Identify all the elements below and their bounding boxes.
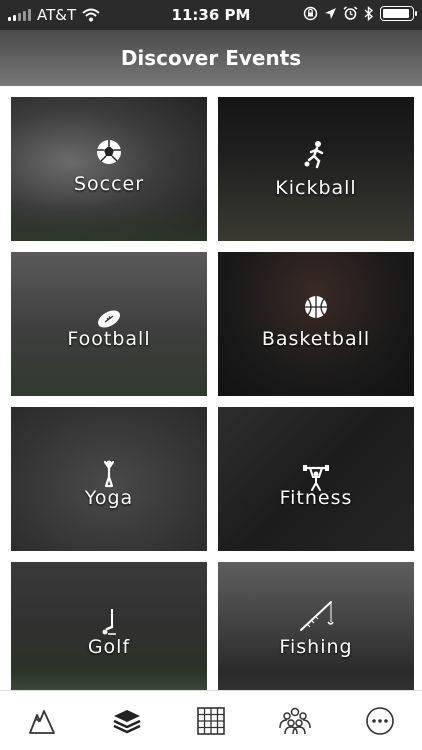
kickball-background-image bbox=[218, 97, 414, 241]
tab-bar bbox=[0, 690, 422, 750]
battery-icon bbox=[380, 6, 417, 21]
grid-icon bbox=[197, 706, 225, 735]
category-label-soccer: Soccer bbox=[73, 173, 145, 195]
basketball-icon bbox=[305, 296, 327, 318]
category-tile-yoga[interactable]: Yoga bbox=[11, 407, 207, 551]
status-bar: AT&T 11:36 PM bbox=[0, 0, 422, 30]
category-tile-basketball[interactable]: Basketball bbox=[218, 252, 414, 396]
tab-discover[interactable] bbox=[106, 700, 148, 742]
category-tile-fitness[interactable]: Fitness bbox=[218, 407, 414, 551]
golf-club-ball-icon bbox=[102, 609, 116, 635]
category-tile-kickball[interactable]: Kickball bbox=[218, 97, 414, 241]
category-tile-soccer[interactable]: Soccer bbox=[11, 97, 207, 241]
kicking-player-icon bbox=[304, 141, 324, 169]
category-label-fitness: Fitness bbox=[279, 487, 353, 509]
category-label-football: Football bbox=[67, 328, 151, 350]
category-grid: Soccer Kickball Football Basketball Yoga… bbox=[0, 86, 422, 690]
layers-icon bbox=[113, 709, 141, 733]
status-right bbox=[303, 6, 417, 21]
app-screen: AT&T 11:36 PM Discover Events Soccer Kic… bbox=[0, 0, 422, 750]
mountains-icon bbox=[29, 709, 56, 734]
people-group-icon bbox=[279, 707, 312, 734]
tab-explore[interactable] bbox=[21, 700, 63, 742]
category-label-kickball: Kickball bbox=[275, 177, 357, 199]
category-tile-football[interactable]: Football bbox=[11, 252, 207, 396]
category-label-basketball: Basketball bbox=[261, 328, 371, 350]
page-title: Discover Events bbox=[120, 46, 302, 70]
fishing-rod-icon bbox=[300, 601, 334, 631]
basketball-background-image bbox=[218, 252, 414, 396]
nav-header: Discover Events bbox=[0, 30, 422, 86]
tab-more[interactable] bbox=[359, 700, 401, 742]
category-label-fishing: Fishing bbox=[279, 636, 353, 658]
tab-calendar-grid[interactable] bbox=[190, 700, 232, 742]
yoga-pose-icon bbox=[103, 460, 115, 488]
tab-groups[interactable] bbox=[274, 700, 316, 742]
category-tile-fishing[interactable]: Fishing bbox=[218, 562, 414, 690]
alarm-clock-icon bbox=[343, 6, 358, 20]
bluetooth-icon bbox=[364, 6, 374, 21]
soccer-ball-icon bbox=[97, 140, 121, 164]
orientation-lock-icon bbox=[303, 6, 318, 21]
category-label-yoga: Yoga bbox=[84, 487, 134, 509]
category-tile-golf[interactable]: Golf bbox=[11, 562, 207, 690]
category-label-golf: Golf bbox=[87, 636, 131, 658]
more-dots-icon bbox=[365, 706, 394, 735]
location-arrow-icon bbox=[325, 8, 336, 19]
